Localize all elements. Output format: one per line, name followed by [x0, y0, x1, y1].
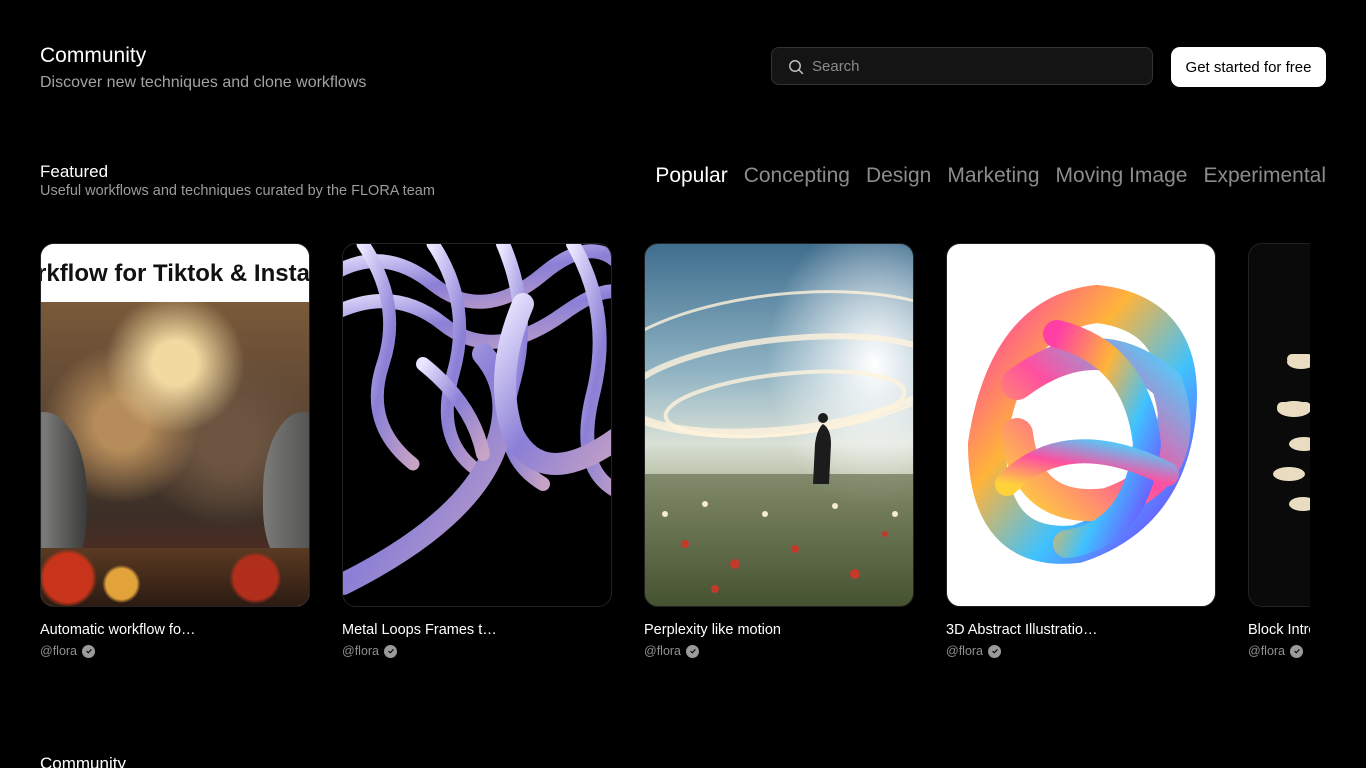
card-thumbnail[interactable]	[644, 243, 914, 607]
card-author[interactable]: @flora	[946, 644, 1216, 658]
search-box[interactable]	[771, 47, 1153, 85]
tab-experimental[interactable]: Experimental	[1203, 164, 1326, 188]
verified-check-icon	[82, 644, 96, 658]
thumbnail-banner-text: rkflow for Tiktok & Insta	[41, 244, 309, 302]
search-input[interactable]	[812, 48, 1132, 84]
card-author[interactable]: @flora	[342, 644, 612, 658]
author-handle: @flora	[40, 644, 78, 658]
workflow-card[interactable]: Block Intro @flora	[1248, 243, 1310, 658]
card-author[interactable]: @flora	[644, 644, 914, 658]
featured-title: Featured	[40, 162, 109, 181]
featured-carousel: rkflow for Tiktok & Insta Automatic work…	[40, 243, 1310, 673]
card-title[interactable]: Perplexity like motion	[644, 622, 914, 638]
tab-design[interactable]: Design	[866, 164, 931, 188]
card-title[interactable]: 3D Abstract Illustratio…	[946, 622, 1216, 638]
tab-concepting[interactable]: Concepting	[744, 164, 850, 188]
verified-check-icon	[1290, 644, 1304, 658]
fruit-stand	[41, 548, 309, 606]
market-scene-image	[41, 302, 309, 606]
verified-check-icon	[988, 644, 1002, 658]
card-thumbnail[interactable]: rkflow for Tiktok & Insta	[40, 243, 310, 607]
card-title[interactable]: Metal Loops Frames t…	[342, 622, 612, 638]
abstract-knot-image	[968, 284, 1197, 564]
workflow-card[interactable]: Metal Loops Frames t… @flora	[342, 243, 612, 658]
card-thumbnail[interactable]	[1248, 243, 1310, 607]
verified-check-icon	[686, 644, 700, 658]
author-handle: @flora	[946, 644, 984, 658]
page-subtitle: Discover new techniques and clone workfl…	[40, 74, 367, 91]
tab-marketing[interactable]: Marketing	[947, 164, 1039, 188]
card-thumbnail[interactable]	[342, 243, 612, 607]
author-handle: @flora	[342, 644, 380, 658]
tab-moving-image[interactable]: Moving Image	[1056, 164, 1188, 188]
block-intro-image	[1273, 354, 1310, 511]
workflow-card[interactable]: rkflow for Tiktok & Insta Automatic work…	[40, 243, 310, 658]
get-started-button[interactable]: Get started for free	[1171, 47, 1326, 87]
search-icon	[789, 60, 804, 75]
card-author[interactable]: @flora	[40, 644, 310, 658]
card-author[interactable]: @flora	[1248, 644, 1310, 658]
author-handle: @flora	[1248, 644, 1286, 658]
tab-popular[interactable]: Popular	[655, 164, 727, 188]
swirling-sky-image	[645, 244, 913, 606]
author-handle: @flora	[644, 644, 682, 658]
page-title: Community	[40, 44, 147, 67]
featured-subtitle: Useful workflows and techniques curated …	[40, 183, 435, 199]
community-section-title: Community	[40, 754, 126, 768]
category-tabs: Popular Concepting Design Marketing Movi…	[655, 164, 1326, 188]
card-title[interactable]: Automatic workflow fo…	[40, 622, 310, 638]
card-title[interactable]: Block Intro	[1248, 622, 1310, 638]
metal-loops-image	[343, 244, 611, 595]
workflow-card[interactable]: Perplexity like motion @flora	[644, 243, 914, 658]
card-thumbnail[interactable]	[946, 243, 1216, 607]
workflow-card[interactable]: 3D Abstract Illustratio… @flora	[946, 243, 1216, 658]
verified-check-icon	[384, 644, 398, 658]
